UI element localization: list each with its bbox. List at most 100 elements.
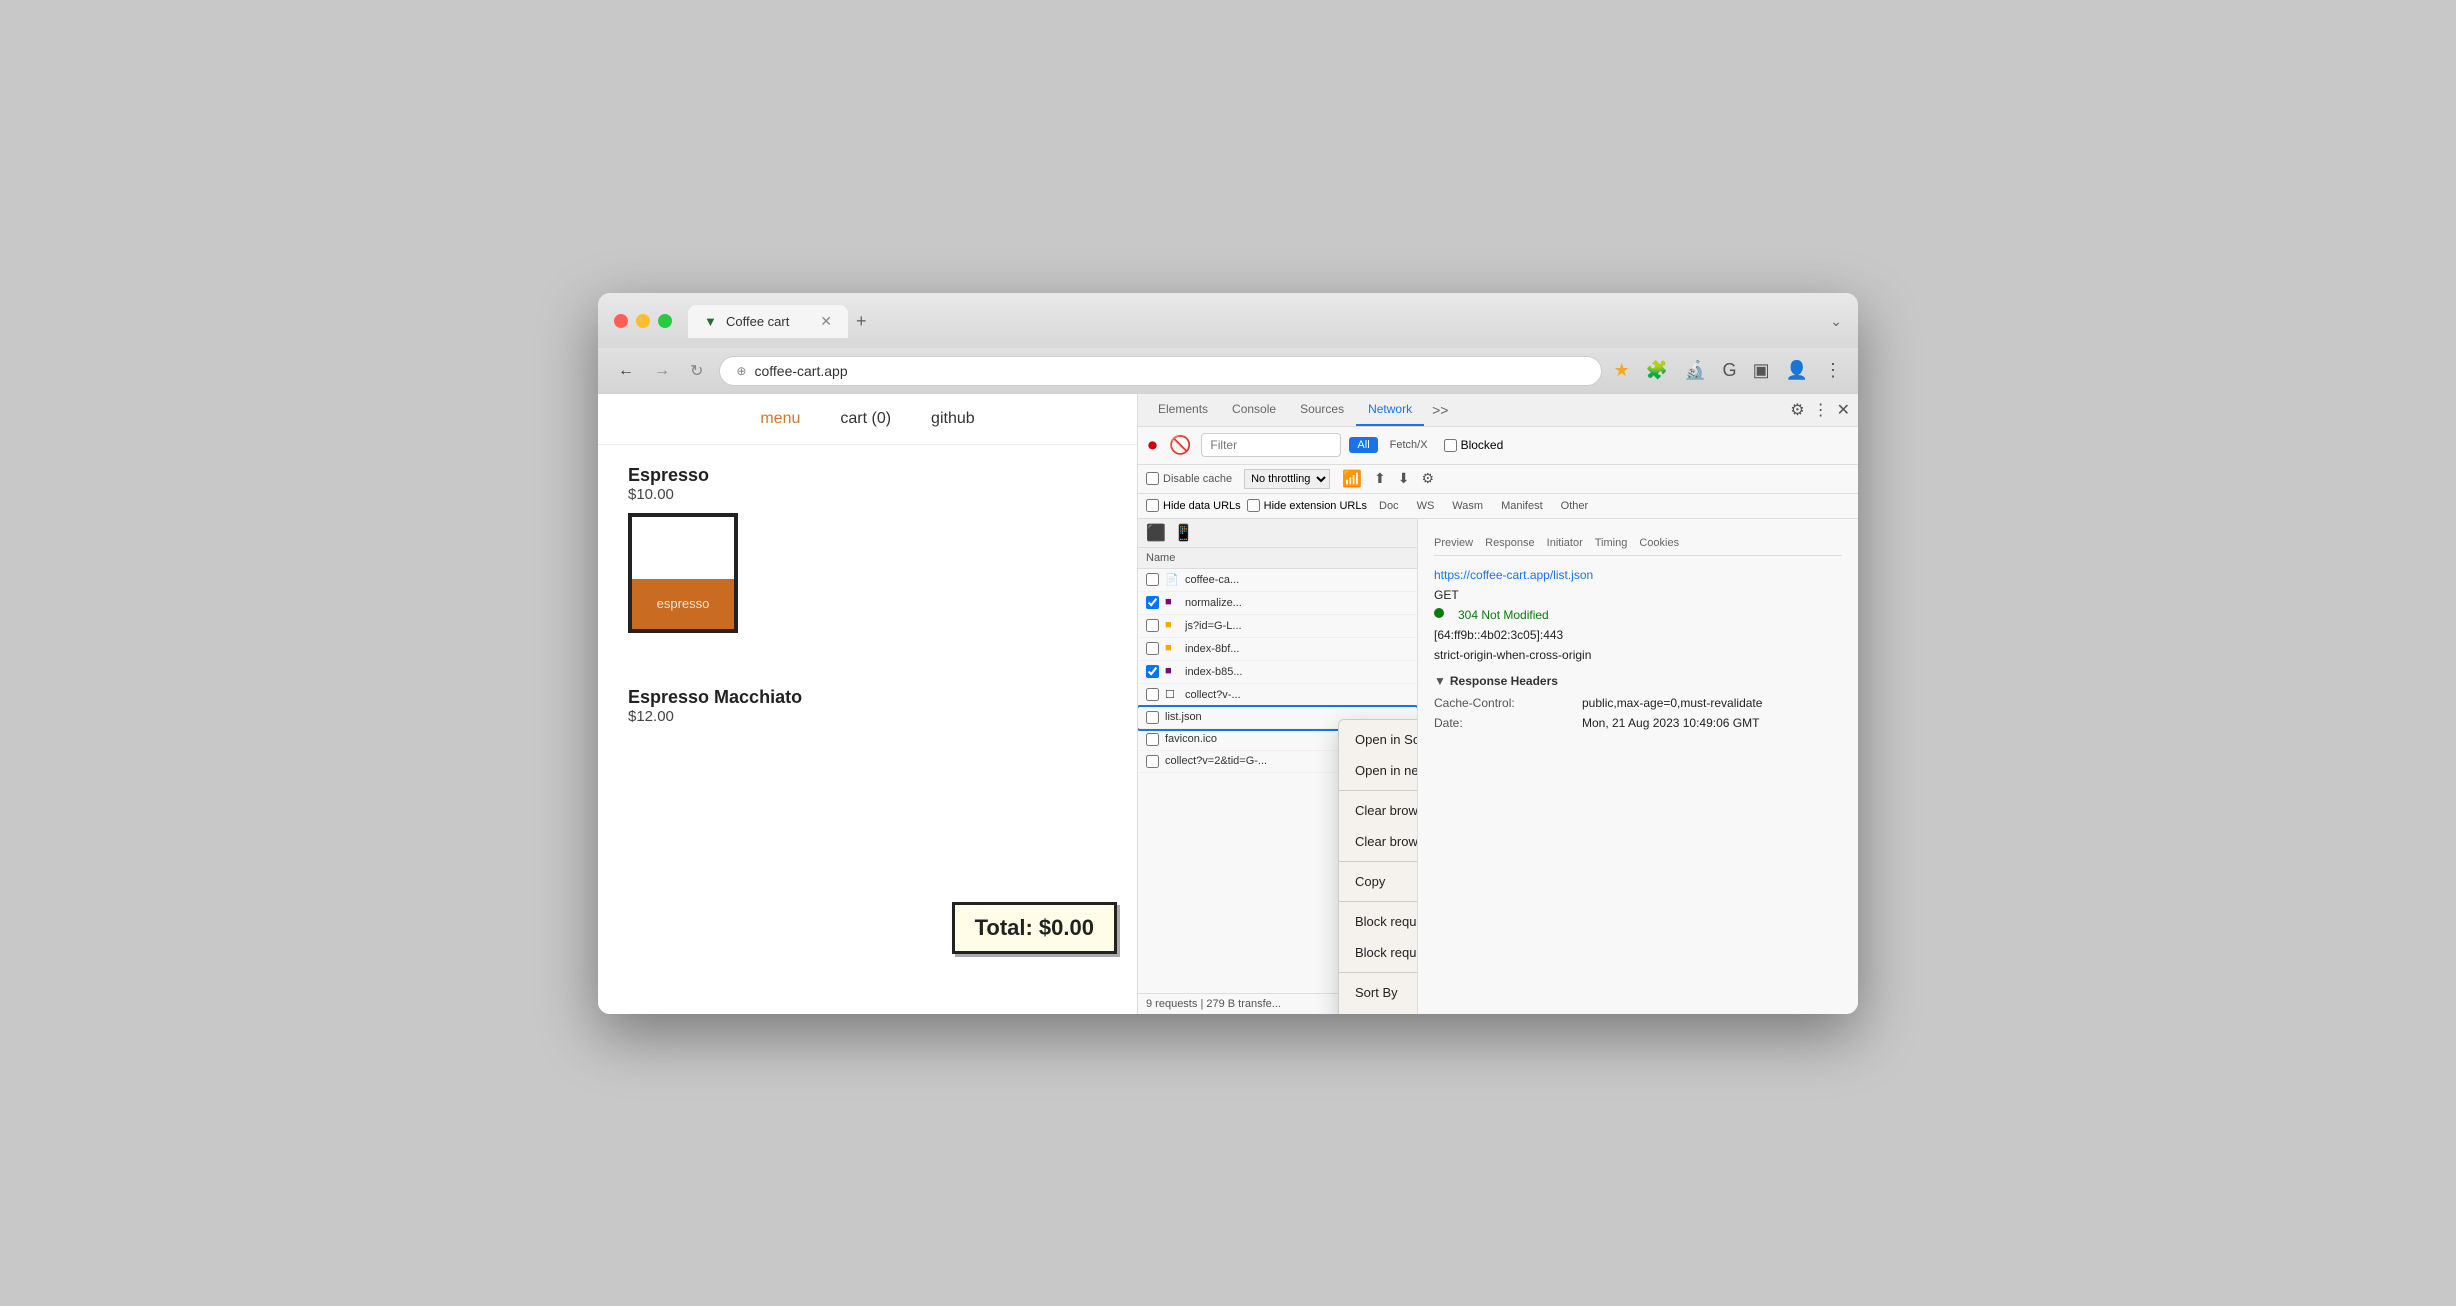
request-checkbox[interactable] — [1146, 573, 1159, 586]
context-menu-clear-cache[interactable]: Clear browser cache — [1339, 795, 1418, 826]
product-name: Espresso — [628, 465, 1107, 486]
transfer-label: 279 B transfe... — [1206, 998, 1281, 1010]
record-button[interactable]: ⏺ — [1146, 433, 1159, 458]
filter-other[interactable]: Other — [1555, 498, 1595, 514]
throttle-select[interactable]: No throttling — [1244, 469, 1330, 489]
tab-preview[interactable]: Preview — [1434, 537, 1473, 549]
context-menu-copy[interactable]: Copy ▶ — [1339, 866, 1418, 897]
context-menu-header-options[interactable]: Header Options ▶ — [1339, 1008, 1418, 1014]
context-menu-block-domain[interactable]: Block request domain — [1339, 937, 1418, 968]
menu-icon[interactable]: ⋮ — [1824, 360, 1842, 381]
more-tabs-button[interactable]: >> — [1424, 394, 1456, 426]
devtools-toolbar-icons: ⚙ ⋮ ✕ — [1790, 400, 1850, 420]
download-icon[interactable]: ⬇ — [1398, 470, 1410, 487]
request-item-jsid[interactable]: ■ js?id=G-L... — [1138, 615, 1417, 638]
context-label: Open in new tab — [1355, 763, 1418, 778]
address-input[interactable]: ⊕ coffee-cart.app — [719, 356, 1601, 386]
context-menu-clear-cookies[interactable]: Clear browser cookies — [1339, 826, 1418, 857]
devtools-close-icon[interactable]: ✕ — [1837, 400, 1850, 420]
filter-all[interactable]: All — [1349, 437, 1377, 453]
request-checkbox[interactable] — [1146, 596, 1159, 609]
context-menu-block-url[interactable]: Block request URL — [1339, 906, 1418, 937]
request-name: js?id=G-L... — [1185, 620, 1409, 632]
request-checkbox[interactable] — [1146, 642, 1159, 655]
nav-github-link[interactable]: github — [931, 410, 975, 428]
request-checkbox[interactable] — [1146, 619, 1159, 632]
context-label: Clear browser cache — [1355, 803, 1418, 818]
response-tabs: Preview Response Initiator Timing Cookie… — [1434, 531, 1842, 556]
nav-cart-link[interactable]: cart (0) — [840, 410, 891, 428]
context-label: Block request URL — [1355, 914, 1418, 929]
tab-network[interactable]: Network — [1356, 394, 1424, 426]
filter-types: All Fetch/X — [1349, 437, 1435, 453]
close-button[interactable] — [614, 314, 628, 328]
tab-initiator[interactable]: Initiator — [1547, 537, 1583, 549]
filter-manifest[interactable]: Manifest — [1495, 498, 1549, 514]
collapse-arrow-icon[interactable]: ▼ — [1434, 674, 1446, 688]
disable-cache-checkbox[interactable] — [1146, 472, 1159, 485]
network-filter-input[interactable] — [1201, 433, 1341, 457]
tab-close-button[interactable]: ✕ — [820, 313, 832, 330]
context-menu-open-sources[interactable]: Open in Sources panel — [1339, 724, 1418, 755]
eyedropper-icon[interactable]: 🔬 — [1684, 360, 1706, 381]
filter-doc[interactable]: Doc — [1373, 498, 1405, 514]
title-bar: ▼ Coffee cart ✕ + ⌄ — [598, 293, 1858, 348]
devtools-settings-icon[interactable]: ⚙ — [1790, 400, 1804, 420]
request-item-coffee-ca[interactable]: 📄 coffee-ca... — [1138, 569, 1417, 592]
network-body: ⬛ 📱 Name 📄 coffee-ca... ■ — [1138, 519, 1858, 1014]
translate-icon[interactable]: G — [1723, 360, 1737, 381]
back-button[interactable]: ← — [614, 358, 638, 384]
devtools-more-icon[interactable]: ⋮ — [1813, 400, 1829, 420]
clear-button[interactable]: 🚫 — [1167, 433, 1193, 458]
request-item-normalize[interactable]: ■ normalize... — [1138, 592, 1417, 615]
context-menu-sort-by[interactable]: Sort By ▶ — [1339, 977, 1418, 1008]
context-label: Copy — [1355, 874, 1385, 889]
browser-window: ▼ Coffee cart ✕ + ⌄ ← → ↻ ⊕ coffee-cart.… — [598, 293, 1858, 1014]
tab-sources[interactable]: Sources — [1288, 394, 1356, 426]
cache-control-value: public,max-age=0,must-revalidate — [1582, 696, 1842, 710]
devtools-settings2-icon[interactable]: ⚙ — [1421, 470, 1434, 487]
hide-data-urls-label: Hide data URLs — [1146, 499, 1241, 512]
tab-dropdown-button[interactable]: ⌄ — [1830, 313, 1842, 330]
request-checkbox[interactable] — [1146, 688, 1159, 701]
extensions-icon[interactable]: 🧩 — [1646, 360, 1668, 381]
maximize-button[interactable] — [658, 314, 672, 328]
filter-ws[interactable]: WS — [1411, 498, 1441, 514]
request-item-collectv[interactable]: ☐ collect?v-... — [1138, 684, 1417, 707]
request-checkbox[interactable] — [1146, 755, 1159, 768]
hide-ext-urls-label: Hide extension URLs — [1247, 499, 1367, 512]
context-menu-open-tab[interactable]: Open in new tab — [1339, 755, 1418, 786]
requests-count: 9 requests — [1146, 998, 1197, 1010]
request-checkbox[interactable] — [1146, 711, 1159, 724]
hide-data-urls-checkbox[interactable] — [1146, 499, 1159, 512]
product-name-macchiato: Espresso Macchiato — [628, 687, 1107, 708]
tab-response[interactable]: Response — [1485, 537, 1535, 549]
cup-fill: espresso — [632, 579, 734, 629]
minimize-button[interactable] — [636, 314, 650, 328]
nav-menu-link[interactable]: menu — [760, 410, 800, 428]
filter-fetch[interactable]: Fetch/X — [1382, 437, 1436, 453]
blocked-checkbox[interactable] — [1444, 439, 1457, 452]
filter-wasm[interactable]: Wasm — [1446, 498, 1489, 514]
request-item-index8bf[interactable]: ■ index-8bf... — [1138, 638, 1417, 661]
forward-button[interactable]: → — [650, 358, 674, 384]
active-tab[interactable]: ▼ Coffee cart ✕ — [688, 305, 848, 338]
name-column-header: Name — [1146, 552, 1409, 564]
tab-console[interactable]: Console — [1220, 394, 1288, 426]
new-tab-button[interactable]: + — [856, 311, 867, 332]
profile-icon[interactable]: 👤 — [1786, 360, 1808, 381]
tab-elements[interactable]: Elements — [1146, 394, 1220, 426]
tab-cookies[interactable]: Cookies — [1639, 537, 1679, 549]
hide-ext-urls-checkbox[interactable] — [1247, 499, 1260, 512]
split-icon[interactable]: ▣ — [1753, 360, 1770, 381]
inspector-toolbar: ⬛ 📱 — [1138, 519, 1417, 548]
inspect-icon[interactable]: ⬛ — [1146, 523, 1166, 543]
device-icon[interactable]: 📱 — [1174, 523, 1194, 543]
tab-timing[interactable]: Timing — [1595, 537, 1628, 549]
request-checkbox[interactable] — [1146, 733, 1159, 746]
bookmark-icon[interactable]: ★ — [1614, 360, 1630, 381]
request-checkbox[interactable] — [1146, 665, 1159, 678]
reload-button[interactable]: ↻ — [686, 357, 707, 385]
upload-icon[interactable]: ⬆ — [1374, 470, 1386, 487]
request-item-indexb85[interactable]: ■ index-b85... — [1138, 661, 1417, 684]
